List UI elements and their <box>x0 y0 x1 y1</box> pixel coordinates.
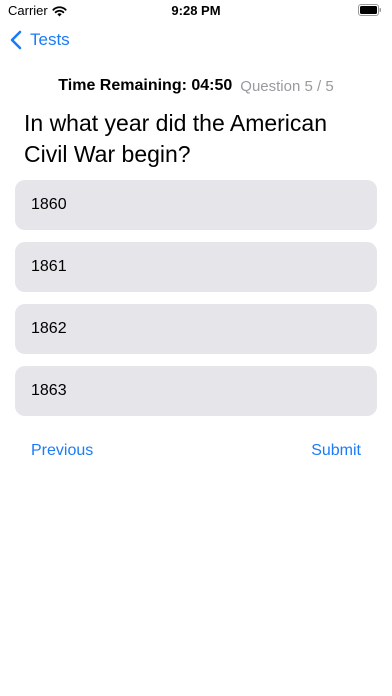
answer-option-label: 1863 <box>31 382 67 399</box>
back-button[interactable]: Tests <box>10 28 70 52</box>
battery-icon <box>358 4 381 16</box>
answer-option[interactable]: 1861 <box>15 242 377 292</box>
question-text: In what year did the American Civil War … <box>24 110 327 167</box>
submit-button[interactable]: Submit <box>311 442 361 460</box>
answer-option-label: 1861 <box>31 258 67 275</box>
answer-option[interactable]: 1863 <box>15 366 377 416</box>
back-button-label: Tests <box>30 30 70 49</box>
answer-options: 1860 1861 1862 1863 <box>15 180 377 428</box>
status-time: 9:28 PM <box>171 3 221 18</box>
answer-option-label: 1860 <box>31 196 67 213</box>
answer-option[interactable]: 1862 <box>15 304 377 354</box>
navigation-buttons: Previous Submit <box>31 442 361 460</box>
status-bar: Carrier 9:28 PM <box>0 0 392 22</box>
quiz-header: Time Remaining: 04:50 Question 5 / 5 <box>0 74 392 98</box>
chevron-left-icon <box>10 30 22 50</box>
answer-option[interactable]: 1860 <box>15 180 377 230</box>
time-remaining: Time Remaining: 04:50 <box>58 77 233 94</box>
answer-option-label: 1862 <box>31 320 67 337</box>
question-counter: Question 5 / 5 <box>240 77 334 95</box>
previous-button[interactable]: Previous <box>31 442 93 460</box>
